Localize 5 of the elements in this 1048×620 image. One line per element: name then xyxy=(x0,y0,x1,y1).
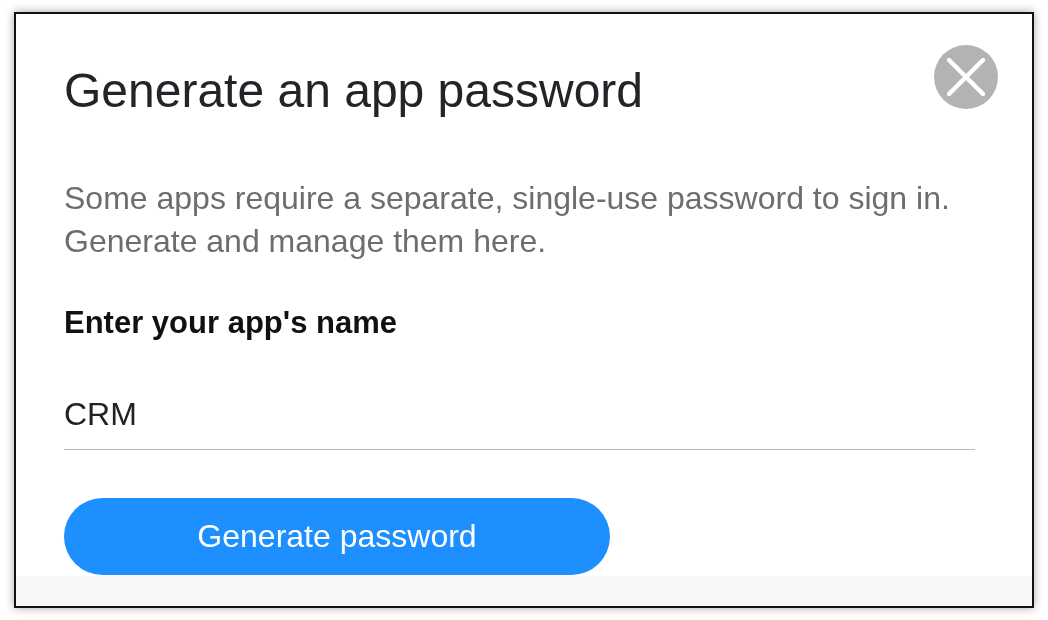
field-label: Enter your app's name xyxy=(64,305,397,341)
description-text: Some apps require a separate, single-use password to sign in. Generate and manage them here. xyxy=(64,179,951,261)
app-name-input[interactable]: CRM xyxy=(64,394,975,450)
close-icon xyxy=(947,58,985,96)
dialog-title: Generate an app password xyxy=(64,63,644,119)
